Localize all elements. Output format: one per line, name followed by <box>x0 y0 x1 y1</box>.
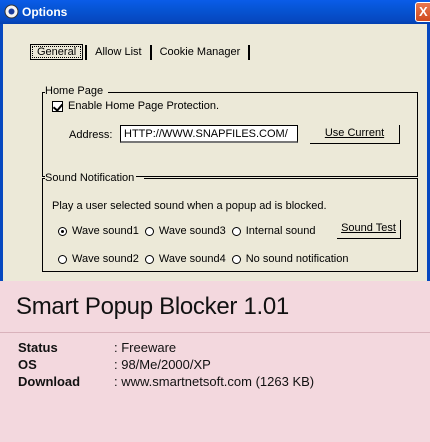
radio-button[interactable] <box>58 226 67 236</box>
window-frame-left <box>0 24 3 281</box>
spec-key: Download <box>18 374 81 389</box>
use-current-label: Use Current <box>324 127 385 139</box>
radio-button[interactable] <box>144 226 154 236</box>
radio-label: Wave sound3 <box>158 225 226 237</box>
radio-wave-sound3[interactable]: Wave sound3 <box>144 225 226 237</box>
address-label: Address: <box>69 129 113 141</box>
spec-value: : 98/Me/2000/XP <box>114 357 211 372</box>
spec-value: : Freeware <box>114 340 177 355</box>
tab-separator <box>149 44 152 60</box>
radio-wave-sound1[interactable]: Wave sound1 <box>58 225 139 237</box>
product-title: Smart Popup Blocker 1.01 <box>16 293 289 320</box>
radio-wave-sound2[interactable]: Wave sound2 <box>58 253 139 265</box>
radio-label: Internal sound <box>245 225 316 237</box>
sound-notification-legend: Sound Notification <box>45 172 137 184</box>
tab-separator <box>248 44 251 60</box>
tab-allow-list[interactable]: Allow List <box>89 46 147 58</box>
group-border-top <box>144 178 418 179</box>
tab-cookie-manager[interactable]: Cookie Manager <box>154 46 247 58</box>
group-border-top <box>108 92 418 93</box>
radio-label: Wave sound1 <box>72 225 139 237</box>
tab-strip: General Allow List Cookie Manager <box>30 43 252 61</box>
spec-key: OS <box>18 357 37 372</box>
close-button[interactable]: X <box>415 2 430 22</box>
sound-test-label: Sound Test <box>341 222 396 234</box>
address-input[interactable] <box>120 125 298 143</box>
radio-button[interactable] <box>144 254 154 264</box>
tab-separator <box>85 44 88 60</box>
spec-key: Status <box>18 340 58 355</box>
options-window: Options X General Allow List Cookie Mana… <box>0 0 430 281</box>
window-title: Options <box>22 5 68 19</box>
radio-button[interactable] <box>231 254 241 264</box>
title-bar[interactable]: Options <box>0 0 430 24</box>
radio-internal-sound[interactable]: Internal sound <box>231 225 316 237</box>
spec-value: : www.smartnetsoft.com (1263 KB) <box>114 374 315 389</box>
radio-button[interactable] <box>58 254 67 264</box>
home-page-protection-checkbox[interactable] <box>52 100 63 112</box>
app-icon <box>4 4 19 19</box>
radio-wave-sound4[interactable]: Wave sound4 <box>144 253 226 265</box>
radio-label: Wave sound2 <box>72 253 139 265</box>
home-page-protection-label: Enable Home Page Protection. <box>68 100 220 112</box>
spec-row-status: Status : Freeware <box>18 340 176 355</box>
card-divider <box>0 332 430 333</box>
home-page-legend: Home Page <box>45 85 106 97</box>
tab-general[interactable]: General <box>30 44 84 60</box>
use-current-button[interactable]: Use Current <box>310 125 400 144</box>
sound-description: Play a user selected sound when a popup … <box>52 200 327 212</box>
radio-label: No sound notification <box>245 253 349 265</box>
radio-label: Wave sound4 <box>158 253 226 265</box>
radio-button[interactable] <box>231 226 241 236</box>
sound-options-row-2: Wave sound2 Wave sound4 No sound notific… <box>58 253 354 265</box>
sound-options-row-1: Wave sound1 Wave sound3 Internal sound <box>58 225 321 237</box>
spec-row-download: Download : www.smartnetsoft.com (1263 KB… <box>18 374 314 389</box>
home-page-protection-option[interactable]: Enable Home Page Protection. <box>52 100 219 112</box>
radio-no-sound[interactable]: No sound notification <box>231 253 349 265</box>
spec-row-os: OS : 98/Me/2000/XP <box>18 357 211 372</box>
sound-test-button[interactable]: Sound Test <box>337 220 401 239</box>
